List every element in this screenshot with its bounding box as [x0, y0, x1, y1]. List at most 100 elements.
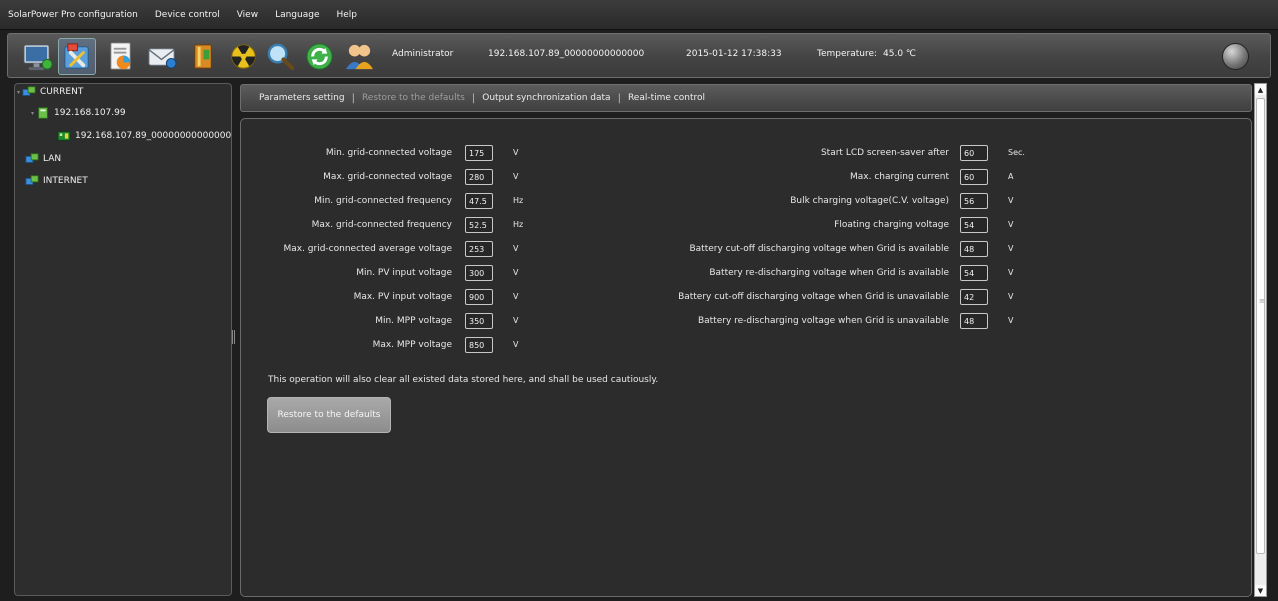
vertical-scrollbar[interactable]: ▲ ≡ ▼: [1254, 83, 1267, 597]
right-param-unit: Sec.: [1008, 148, 1025, 157]
device-label: 192.168.107.89_00000000000000: [488, 49, 645, 59]
tree-label-lan: LAN: [43, 154, 62, 164]
menu-device-control[interactable]: Device control: [155, 10, 220, 20]
temperature-value: 45.0 ℃: [883, 49, 917, 59]
tab-separator: |: [351, 92, 355, 104]
network-icon: [22, 86, 36, 96]
tab-output-synchronization-data[interactable]: Output synchronization data: [482, 93, 610, 103]
right-param-input[interactable]: [960, 193, 988, 209]
left-param-label: Min. MPP voltage: [375, 316, 452, 326]
right-param-input[interactable]: [960, 313, 988, 329]
left-param-unit: V: [513, 292, 519, 301]
toolbar: Administrator 192.168.107.89_00000000000…: [7, 33, 1271, 78]
tab-restore-to-the-defaults[interactable]: Restore to the defaults: [362, 93, 465, 103]
left-param-label: Max. MPP voltage: [372, 340, 452, 350]
right-param-unit: V: [1008, 316, 1014, 325]
right-param-unit: V: [1008, 292, 1014, 301]
left-param-unit: V: [513, 244, 519, 253]
left-param-input[interactable]: [465, 289, 493, 305]
right-param-input[interactable]: [960, 145, 988, 161]
user-label: Administrator: [392, 49, 454, 59]
menu-view[interactable]: View: [237, 10, 258, 20]
tree-node-device[interactable]: 192.168.107.89_00000000000000: [57, 127, 231, 145]
tree-node-lan[interactable]: LAN: [17, 150, 61, 168]
tab-parameters-setting[interactable]: Parameters setting: [259, 93, 345, 103]
tree-node-current[interactable]: ▾ CURRENT: [17, 83, 83, 101]
scrollbar-thumb[interactable]: ≡: [1256, 98, 1265, 554]
device-tree-panel: ▾ CURRENT ▾ 192.168.107.99 192.168.107.8…: [14, 83, 232, 596]
data-report-icon[interactable]: [106, 41, 137, 72]
email-icon[interactable]: [147, 41, 178, 72]
right-param-label: Battery re-discharging voltage when Grid…: [697, 316, 949, 326]
tools-icon[interactable]: [62, 41, 93, 72]
datetime-label: 2015-01-12 17:38:33: [686, 49, 782, 59]
tab-real-time-control[interactable]: Real-time control: [628, 93, 705, 103]
warning-icon[interactable]: [228, 41, 259, 72]
right-param-unit: A: [1008, 172, 1014, 181]
users-icon[interactable]: [344, 41, 375, 72]
left-param-unit: V: [513, 172, 519, 181]
left-param-unit: V: [513, 268, 519, 277]
right-param-unit: V: [1008, 244, 1014, 253]
tree-node-ip[interactable]: ▾ 192.168.107.99: [31, 104, 126, 122]
collapse-arrow-icon[interactable]: ▾: [17, 89, 20, 96]
right-param-label: Battery re-discharging voltage when Grid…: [709, 268, 949, 278]
right-param-unit: V: [1008, 220, 1014, 229]
left-param-unit: V: [513, 340, 519, 349]
left-param-input[interactable]: [465, 313, 493, 329]
right-param-unit: V: [1008, 268, 1014, 277]
scroll-down-arrow-icon[interactable]: ▼: [1255, 585, 1266, 596]
scroll-up-arrow-icon[interactable]: ▲: [1255, 84, 1266, 95]
menu-solarpower-pro-configuration[interactable]: SolarPower Pro configuration: [8, 10, 138, 20]
left-param-input[interactable]: [465, 169, 493, 185]
left-param-label: Max. PV input voltage: [353, 292, 452, 302]
tab-separator: |: [617, 92, 621, 104]
right-param-input[interactable]: [960, 241, 988, 257]
network-icon: [38, 107, 48, 119]
network-icon: [25, 175, 39, 185]
device-icon: [57, 131, 71, 141]
left-param-label: Min. grid-connected frequency: [314, 196, 452, 206]
tree-label-device: 192.168.107.89_00000000000000: [75, 131, 232, 141]
refresh-icon[interactable]: [304, 41, 335, 72]
left-param-label: Max. grid-connected voltage: [323, 172, 452, 182]
menu-help[interactable]: Help: [336, 10, 357, 20]
monitor-icon[interactable]: [22, 41, 53, 72]
search-icon[interactable]: [265, 41, 296, 72]
right-param-input[interactable]: [960, 289, 988, 305]
right-param-label: Battery cut-off discharging voltage when…: [678, 292, 949, 302]
menu-language[interactable]: Language: [275, 10, 319, 20]
left-param-input[interactable]: [465, 193, 493, 209]
right-param-label: Max. charging current: [850, 172, 949, 182]
network-icon: [25, 153, 39, 163]
tree-label-current: CURRENT: [40, 87, 84, 97]
tree-label-internet: INTERNET: [43, 176, 88, 186]
tab-separator: |: [471, 92, 476, 104]
right-param-input[interactable]: [960, 169, 988, 185]
panel-splitter-handle[interactable]: [232, 330, 235, 344]
scroll-grip-icon: ≡: [1259, 297, 1265, 305]
collapse-arrow-icon[interactable]: ▾: [31, 110, 34, 117]
left-param-input[interactable]: [465, 241, 493, 257]
left-param-input[interactable]: [465, 145, 493, 161]
left-param-input[interactable]: [465, 337, 493, 353]
left-param-input[interactable]: [465, 265, 493, 281]
restore-defaults-button[interactable]: Restore to the defaults: [267, 397, 391, 433]
left-param-label: Max. grid-connected frequency: [311, 220, 452, 230]
power-knob-icon[interactable]: [1222, 43, 1249, 70]
right-param-input[interactable]: [960, 265, 988, 281]
tree-node-internet[interactable]: INTERNET: [17, 172, 88, 190]
left-param-label: Max. grid-connected average voltage: [283, 244, 452, 254]
menu-bar: SolarPower Pro configuration Device cont…: [0, 0, 1278, 30]
right-param-label: Bulk charging voltage(C.V. voltage): [790, 196, 949, 206]
left-param-unit: V: [513, 316, 519, 325]
book-icon[interactable]: [188, 41, 219, 72]
right-param-input[interactable]: [960, 217, 988, 233]
right-param-label: Battery cut-off discharging voltage when…: [689, 244, 949, 254]
left-param-label: Min. PV input voltage: [356, 268, 452, 278]
left-param-input[interactable]: [465, 217, 493, 233]
left-param-unit: Hz: [513, 196, 524, 205]
left-param-label: Min. grid-connected voltage: [325, 148, 452, 158]
right-param-unit: V: [1008, 196, 1014, 205]
left-param-unit: Hz: [513, 220, 524, 229]
